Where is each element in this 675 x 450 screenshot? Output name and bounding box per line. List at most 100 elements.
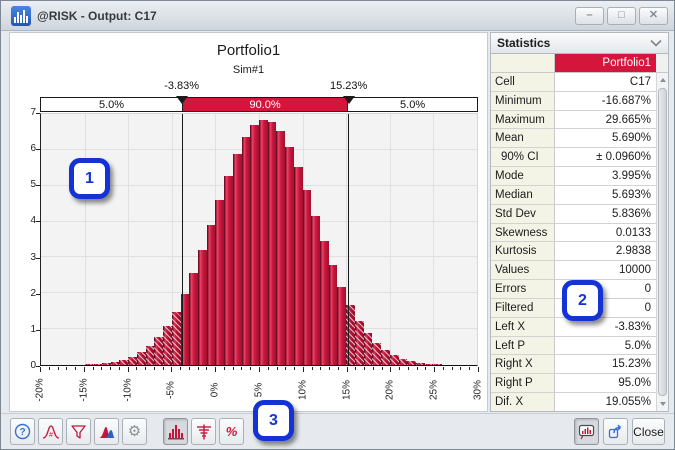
- histogram-bar: [311, 216, 320, 365]
- stats-scrollbar[interactable]: [656, 73, 668, 411]
- close-button[interactable]: Close: [632, 418, 665, 445]
- minimize-button[interactable]: –: [575, 7, 604, 25]
- y-axis-tick: [36, 294, 40, 295]
- stat-value: 19.055%: [555, 393, 656, 411]
- delimiter-line[interactable]: [182, 114, 183, 365]
- x-axis-label: 15%: [340, 372, 354, 408]
- y-axis-tick: [36, 113, 40, 114]
- histogram-bar: [407, 361, 416, 365]
- v-gridline: [390, 114, 391, 365]
- chart-subtitle: Sim#1: [10, 64, 487, 76]
- help-button[interactable]: ?: [10, 418, 35, 445]
- stat-row: Maximum29.665%: [491, 111, 656, 130]
- scroll-up-icon[interactable]: [657, 73, 668, 87]
- stat-value: 5.690%: [555, 129, 656, 147]
- x-axis-tick: [145, 367, 146, 370]
- overlay-button[interactable]: [94, 418, 119, 445]
- x-axis-tick: [277, 367, 278, 370]
- band-left-percent: 5.0%: [99, 99, 124, 111]
- tornado-view-button[interactable]: [191, 418, 216, 445]
- maximize-button[interactable]: □: [607, 7, 636, 25]
- settings-button[interactable]: ⚙: [122, 418, 147, 445]
- x-axis-label: 25%: [427, 372, 441, 408]
- y-axis-label: 6: [14, 143, 36, 154]
- x-axis-label: -20%: [33, 372, 47, 408]
- histogram-bar: [294, 167, 303, 365]
- histogram-bar: [207, 225, 216, 365]
- stat-row: Kurtosis2.9838: [491, 242, 656, 261]
- stat-value: 10000: [555, 261, 656, 279]
- y-axis-label: 0: [14, 360, 36, 371]
- stat-row: Right X15.23%: [491, 355, 656, 374]
- stat-row: Dif. X19.055%: [491, 393, 656, 411]
- stat-value: 0.0133: [555, 224, 656, 242]
- x-axis-tick: [408, 367, 409, 370]
- x-axis-label: -10%: [121, 372, 135, 408]
- x-axis-tick: [320, 367, 321, 370]
- scrollbar-thumb[interactable]: [658, 88, 667, 396]
- histogram-bar: [416, 363, 425, 365]
- statistics-dropdown[interactable]: Statistics: [491, 33, 668, 54]
- x-axis-tick: [241, 367, 242, 370]
- left-delimiter-handle-icon[interactable]: [176, 96, 188, 104]
- stat-row: Right P95.0%: [491, 374, 656, 393]
- left-delimiter-value: -3.83%: [164, 80, 199, 92]
- stat-value: 5.0%: [555, 337, 656, 355]
- x-axis-tick: [417, 367, 418, 370]
- v-gridline: [433, 114, 434, 365]
- stat-row: CellC17: [491, 73, 656, 92]
- x-axis-label: 30%: [471, 372, 485, 408]
- x-axis-tick: [233, 367, 234, 370]
- right-delimiter-handle-icon[interactable]: [343, 96, 355, 104]
- stat-value: ± 0.0960%: [555, 148, 656, 166]
- histogram-bar: [320, 241, 329, 365]
- right-delimiter-value: 15.23%: [330, 80, 367, 92]
- histogram-bar: [215, 200, 224, 365]
- x-axis-tick: [355, 367, 356, 370]
- stat-label: Mean: [491, 129, 555, 147]
- x-axis-tick: [93, 367, 94, 370]
- x-axis-tick: [460, 367, 461, 370]
- stat-row: 90% CI± 0.0960%: [491, 148, 656, 167]
- x-axis-tick: [163, 367, 164, 370]
- histogram-bar: [425, 364, 434, 365]
- percent-view-button[interactable]: %: [219, 418, 244, 445]
- stat-label: Values: [491, 261, 555, 279]
- distribution-curve-icon: #: [42, 424, 60, 440]
- graph-window-icon: [577, 423, 596, 440]
- histogram-bar: [93, 364, 102, 365]
- risk-output-window: @RISK - Output: C17 – □ ✕ Portfolio1 Sim…: [0, 0, 675, 450]
- histogram-bar: [189, 273, 198, 365]
- svg-text:?: ?: [19, 427, 25, 438]
- scroll-down-icon[interactable]: [657, 397, 668, 411]
- band-right-percent: 5.0%: [400, 99, 425, 111]
- filter-button[interactable]: [66, 418, 91, 445]
- y-axis-tick: [36, 221, 40, 222]
- histogram-bar: [172, 312, 181, 365]
- title-bar[interactable]: @RISK - Output: C17 – □ ✕: [1, 1, 674, 31]
- define-distributions-button[interactable]: #: [38, 418, 63, 445]
- histogram-view-button[interactable]: [163, 418, 188, 445]
- histogram-bar: [433, 364, 442, 365]
- y-axis-label: 4: [14, 215, 36, 226]
- x-axis-tick: [101, 367, 102, 370]
- stat-row: Values10000: [491, 261, 656, 280]
- close-window-button[interactable]: ✕: [639, 7, 668, 25]
- stat-label: Maximum: [491, 111, 555, 129]
- graph-window-button[interactable]: [574, 418, 599, 445]
- y-axis-label: 3: [14, 252, 36, 263]
- stat-value: 95.0%: [555, 374, 656, 392]
- x-axis-tick: [224, 367, 225, 370]
- delimiter-line[interactable]: [348, 114, 349, 365]
- x-axis-tick: [198, 367, 199, 370]
- stat-label: Dif. X: [491, 393, 555, 411]
- x-axis-tick: [329, 367, 330, 370]
- x-axis-tick: [250, 367, 251, 370]
- export-button[interactable]: [603, 418, 628, 445]
- histogram-bar: [163, 326, 172, 365]
- stat-value: C17: [555, 73, 656, 91]
- v-gridline: [85, 114, 86, 365]
- x-axis-label: 10%: [296, 372, 310, 408]
- stat-value: 2.9838: [555, 242, 656, 260]
- statistics-header-label: Statistics: [497, 36, 550, 50]
